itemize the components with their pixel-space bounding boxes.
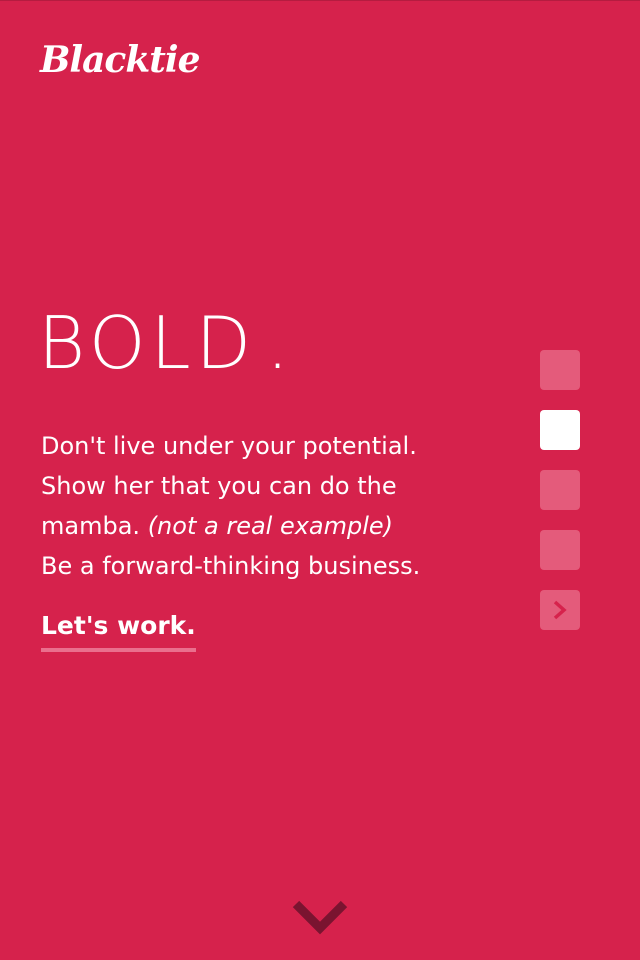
pager-next-button[interactable] [540,590,580,630]
brand-logo[interactable]: Blacktie [40,32,201,88]
hero-copy-line: Show her that you can do the [41,472,397,500]
pager-dot-3[interactable] [540,470,580,510]
scroll-down-button[interactable] [292,898,348,938]
hero-title-text: BOLD [38,301,257,385]
lets-work-link[interactable]: Let's work. [41,606,196,652]
hero-title-period: . [266,301,294,385]
chevron-down-icon [292,900,348,935]
hero-copy-aside: (not a real example) [147,512,394,540]
hero-copy: Don't live under your potential. Show he… [41,426,521,586]
top-border [0,0,640,1]
hero-copy-line: Don't live under your potential. [41,432,417,460]
hero-copy-line: mamba. (not a real example) [41,506,521,546]
chevron-right-icon [553,600,567,620]
page: Blacktie BOLD. Don't live under your pot… [0,0,640,960]
hero-title: BOLD. [38,300,294,386]
hero-copy-line: Be a forward-thinking business. [41,552,421,580]
pager-dot-1[interactable] [540,350,580,390]
pager-dot-2-active[interactable] [540,410,580,450]
pager-dot-4[interactable] [540,530,580,570]
hero-copy-text: mamba. [41,512,141,540]
slide-pager [540,350,580,650]
